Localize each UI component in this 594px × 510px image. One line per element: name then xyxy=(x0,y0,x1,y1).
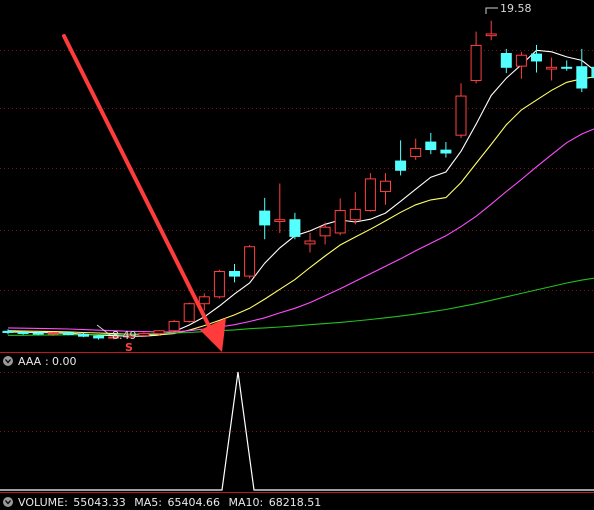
candle-body xyxy=(319,226,331,237)
candle-body xyxy=(334,210,346,234)
candle-body xyxy=(93,335,105,339)
candle xyxy=(364,173,376,212)
volume-ma5-value: 65404.66 xyxy=(168,496,221,509)
candle-body xyxy=(515,54,527,67)
candle-body xyxy=(410,147,422,157)
candle-body xyxy=(138,333,150,337)
indicator-name: AAA xyxy=(18,355,42,368)
volume-label: VOLUME: xyxy=(18,496,68,509)
candle-body xyxy=(546,66,558,70)
volume-ma5-label: MA5: xyxy=(134,496,162,509)
candle-body xyxy=(198,296,210,305)
indicator-value: 0.00 xyxy=(52,355,77,368)
candle-body xyxy=(364,178,376,212)
candle-body xyxy=(289,219,301,237)
candle xyxy=(168,319,180,332)
chevron-down-icon[interactable] xyxy=(3,356,13,366)
volume-footer[interactable]: VOLUME: 55043.33 MA5: 65404.66 MA10: 682… xyxy=(3,496,321,509)
candle-body xyxy=(183,303,195,323)
candle-body xyxy=(470,44,482,82)
candle xyxy=(244,245,256,279)
candle xyxy=(183,302,195,323)
volume-ma10-label: MA10: xyxy=(229,496,264,509)
candle-body xyxy=(380,180,391,193)
candle-body xyxy=(440,149,452,154)
candle-body xyxy=(531,53,542,62)
stock-chart-canvas: 19.58 8.49 S AAA : 0.00 VOLUME: 55043.33… xyxy=(0,0,594,510)
volume-value: 55043.33 xyxy=(73,496,126,509)
candle-body xyxy=(485,33,497,37)
candle-body xyxy=(395,160,407,171)
candle-body xyxy=(259,210,271,226)
candle-body xyxy=(274,219,286,222)
chevron-down-icon[interactable] xyxy=(3,497,13,507)
candle-body xyxy=(349,208,361,221)
candle-body xyxy=(455,95,467,136)
candle-body xyxy=(304,240,316,245)
candle-body xyxy=(561,66,573,69)
candle-body xyxy=(17,331,29,334)
candle-body xyxy=(47,332,59,335)
candle-body xyxy=(78,333,89,337)
candle-body xyxy=(168,321,180,332)
candle-body xyxy=(244,246,256,277)
candle-body xyxy=(500,52,512,68)
high-price-label: 19.58 xyxy=(500,2,532,15)
candle-body xyxy=(153,330,165,335)
volume-readout: VOLUME: 55043.33 MA5: 65404.66 MA10: 682… xyxy=(18,496,321,509)
volume-ma10-value: 68218.51 xyxy=(269,496,322,509)
indicator-separator: : xyxy=(45,355,49,368)
candle-body xyxy=(213,270,225,298)
candle-body xyxy=(576,66,588,89)
chart-background xyxy=(0,0,594,510)
candle-body xyxy=(32,332,44,335)
candle-body xyxy=(425,141,437,151)
candle-body xyxy=(2,330,14,333)
candle xyxy=(213,269,225,299)
candle-body xyxy=(62,332,74,335)
candle-body xyxy=(229,270,240,277)
